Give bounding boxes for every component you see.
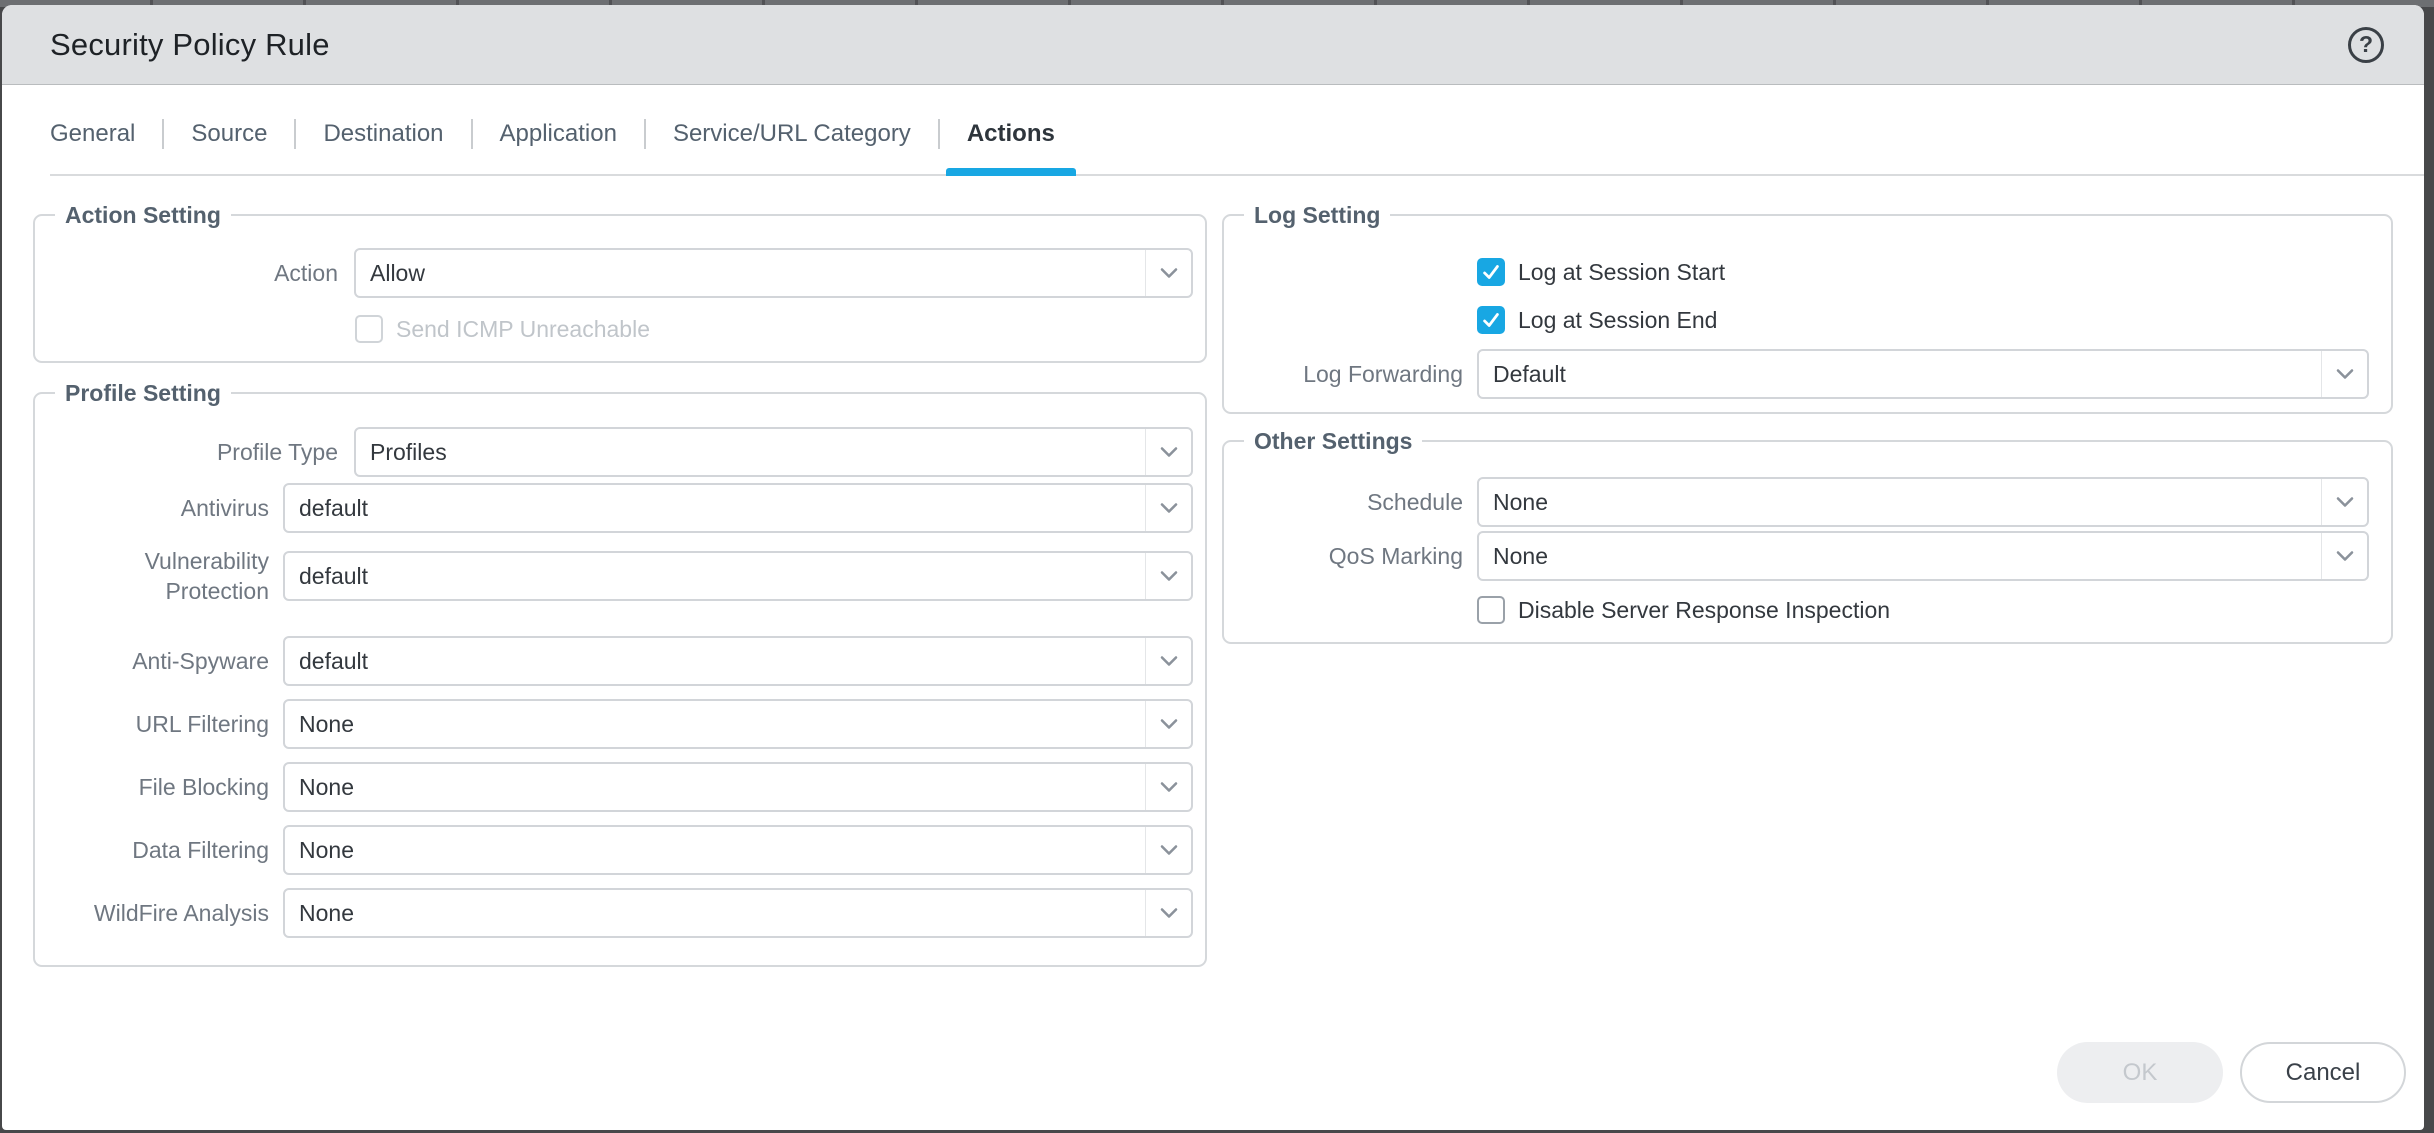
profile-type-value: Profiles [356, 439, 1145, 466]
file-blocking-value: None [285, 774, 1145, 801]
chevron-down-icon [1145, 485, 1191, 531]
log-session-start-row: Log at Session Start [1477, 258, 2391, 286]
anti-spyware-dropdown[interactable]: default [283, 636, 1193, 686]
disable-server-response-inspection-label: Disable Server Response Inspection [1518, 597, 1890, 624]
vulnerability-protection-value: default [285, 563, 1145, 590]
cancel-button[interactable]: Cancel [2240, 1042, 2406, 1103]
file-blocking-label: File Blocking [35, 772, 269, 802]
other-settings-group: Other Settings Schedule None QoS Marking… [1222, 440, 2393, 644]
schedule-dropdown[interactable]: None [1477, 477, 2369, 527]
profile-type-label: Profile Type [35, 437, 338, 467]
dialog-title: Security Policy Rule [50, 27, 2348, 63]
log-session-end-checkbox[interactable] [1477, 306, 1505, 334]
chevron-down-icon [2321, 533, 2367, 579]
chevron-down-icon [1145, 429, 1191, 475]
chevron-down-icon [1145, 701, 1191, 747]
dialog-titlebar: Security Policy Rule ? [2, 5, 2424, 85]
help-icon[interactable]: ? [2348, 27, 2384, 63]
log-setting-group: Log Setting Log at Session Start Log at … [1222, 214, 2393, 414]
chevron-down-icon [2321, 479, 2367, 525]
tab-general[interactable]: General [50, 93, 162, 174]
send-icmp-unreachable-row: Send ICMP Unreachable [355, 315, 1205, 343]
profile-type-dropdown[interactable]: Profiles [354, 427, 1193, 477]
data-filtering-dropdown[interactable]: None [283, 825, 1193, 875]
disable-server-response-inspection-checkbox[interactable] [1477, 596, 1505, 624]
schedule-label: Schedule [1224, 487, 1463, 517]
antivirus-label: Antivirus [35, 493, 269, 523]
antivirus-value: default [285, 495, 1145, 522]
chevron-down-icon [1145, 890, 1191, 936]
anti-spyware-label: Anti-Spyware [35, 646, 269, 676]
disable-server-response-inspection-row: Disable Server Response Inspection [1477, 596, 2391, 624]
send-icmp-unreachable-checkbox [355, 315, 383, 343]
log-forwarding-label: Log Forwarding [1224, 359, 1463, 389]
action-label: Action [35, 258, 338, 288]
qos-marking-label: QoS Marking [1224, 541, 1463, 571]
tab-destination[interactable]: Destination [296, 93, 470, 174]
chevron-down-icon [1145, 827, 1191, 873]
chevron-down-icon [1145, 764, 1191, 810]
antivirus-dropdown[interactable]: default [283, 483, 1193, 533]
schedule-value: None [1479, 489, 2321, 516]
action-dropdown[interactable]: Allow [354, 248, 1193, 298]
tab-actions[interactable]: Actions [940, 93, 1082, 174]
dialog-content: Action Setting Action Allow Send ICMP Un… [2, 176, 2424, 214]
qos-marking-value: None [1479, 543, 2321, 570]
profile-setting-group: Profile Setting Profile Type Profiles An… [33, 392, 1207, 967]
action-dropdown-value: Allow [356, 260, 1145, 287]
url-filtering-dropdown[interactable]: None [283, 699, 1193, 749]
tab-service-url-category[interactable]: Service/URL Category [646, 93, 938, 174]
chevron-down-icon [1145, 638, 1191, 684]
action-setting-group: Action Setting Action Allow Send ICMP Un… [33, 214, 1207, 363]
wildfire-analysis-value: None [285, 900, 1145, 927]
chevron-down-icon [1145, 553, 1191, 599]
log-setting-legend: Log Setting [1244, 201, 1390, 229]
wildfire-analysis-dropdown[interactable]: None [283, 888, 1193, 938]
log-session-end-row: Log at Session End [1477, 306, 2391, 334]
chevron-down-icon [1145, 250, 1191, 296]
log-forwarding-dropdown[interactable]: Default [1477, 349, 2369, 399]
file-blocking-dropdown[interactable]: None [283, 762, 1193, 812]
data-filtering-label: Data Filtering [35, 835, 269, 865]
other-settings-legend: Other Settings [1244, 427, 1422, 455]
ok-button: OK [2057, 1042, 2223, 1103]
tab-application[interactable]: Application [473, 93, 644, 174]
qos-marking-dropdown[interactable]: None [1477, 531, 2369, 581]
vulnerability-protection-dropdown[interactable]: default [283, 551, 1193, 601]
anti-spyware-value: default [285, 648, 1145, 675]
url-filtering-value: None [285, 711, 1145, 738]
profile-setting-legend: Profile Setting [55, 379, 231, 407]
vulnerability-protection-label: Vulnerability Protection [35, 546, 269, 606]
tab-bar: General Source Destination Application S… [50, 85, 2424, 176]
dialog-footer: OK Cancel [2057, 1042, 2406, 1103]
log-forwarding-value: Default [1479, 361, 2321, 388]
log-session-start-checkbox[interactable] [1477, 258, 1505, 286]
log-session-start-label: Log at Session Start [1518, 259, 1725, 286]
tab-source[interactable]: Source [164, 93, 294, 174]
log-session-end-label: Log at Session End [1518, 307, 1717, 334]
chevron-down-icon [2321, 351, 2367, 397]
wildfire-analysis-label: WildFire Analysis [35, 898, 269, 928]
send-icmp-unreachable-label: Send ICMP Unreachable [396, 316, 650, 343]
security-policy-rule-dialog: Security Policy Rule ? General Source De… [2, 5, 2424, 1130]
action-setting-legend: Action Setting [55, 201, 231, 229]
data-filtering-value: None [285, 837, 1145, 864]
url-filtering-label: URL Filtering [35, 709, 269, 739]
